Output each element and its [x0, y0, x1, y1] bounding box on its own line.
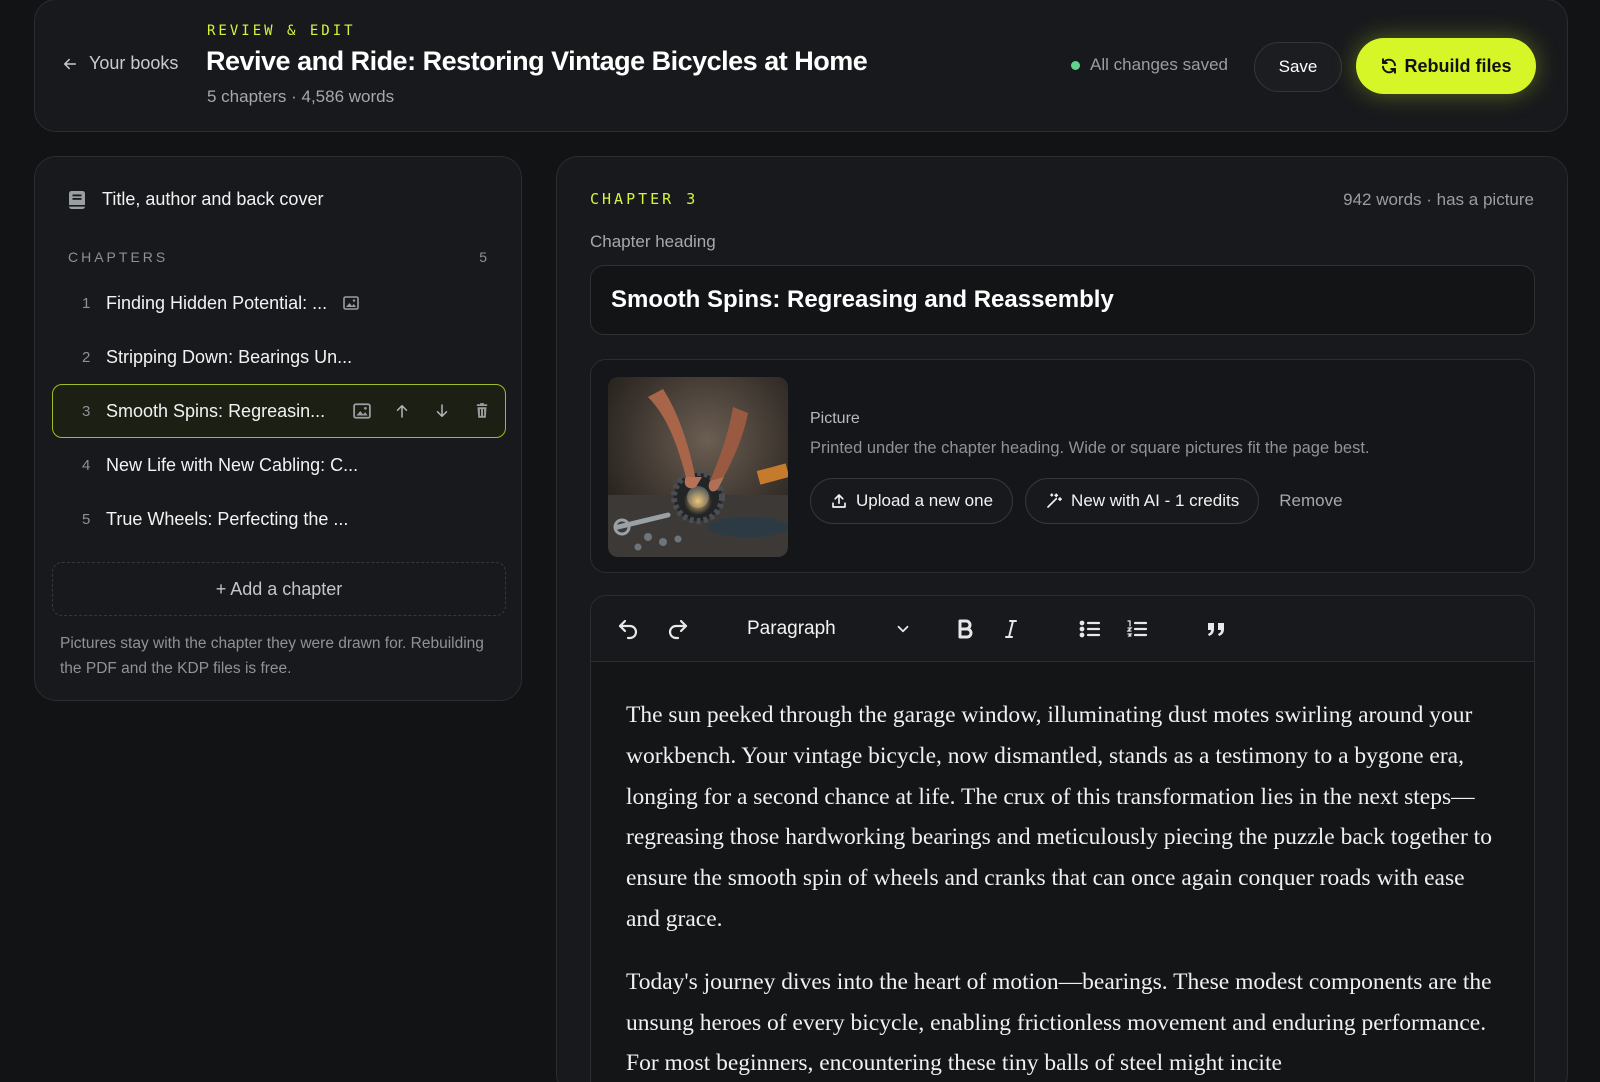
chapter-actions — [353, 402, 491, 420]
chapter-picture-card: Picture Printed under the chapter headin… — [590, 359, 1535, 573]
chevron-down-icon — [897, 625, 909, 633]
upload-picture-label[interactable]: Upload a new one — [856, 491, 993, 511]
picture-label: Picture — [810, 410, 860, 427]
book-icon — [69, 190, 85, 209]
chapters-section-label: CHAPTERS — [68, 249, 169, 265]
chapter-number: 1 — [82, 294, 91, 312]
move-up-arrow-icon[interactable] — [393, 402, 411, 420]
magic-wand-icon — [1047, 493, 1062, 508]
bullet-list-icon[interactable] — [1077, 616, 1103, 642]
paragraph[interactable]: Today's journey dives into the heart of … — [626, 962, 1499, 1082]
book-title: Revive and Ride: Restoring Vintage Bicyc… — [206, 46, 868, 76]
chapter-meta: 942 words · has a picture — [1343, 190, 1534, 209]
chapter-kicker: CHAPTER 3 — [590, 190, 699, 208]
chapter-number: 2 — [82, 348, 91, 366]
upload-picture-button[interactable]: Upload a new one — [810, 478, 1014, 524]
generate-ai-picture-button[interactable]: New with AI - 1 credits — [1025, 478, 1260, 524]
editor-toolbar: Paragraph — [591, 596, 1534, 662]
top-bar: Your books REVIEW & EDIT Revive and Ride… — [34, 0, 1568, 132]
upload-icon — [832, 494, 846, 508]
chapter-heading-input[interactable]: Smooth Spins: Regreasing and Reassembly — [590, 265, 1535, 335]
back-to-books-link[interactable]: Your books — [61, 53, 178, 74]
trash-icon[interactable] — [473, 402, 491, 420]
picture-description: Printed under the chapter heading. Wide … — [810, 439, 1370, 457]
chapter-title[interactable]: Stripping Down: Bearings Un... — [106, 347, 352, 368]
chapter-picture-thumbnail — [608, 377, 788, 557]
rebuild-files-label[interactable]: Rebuild files — [1404, 56, 1511, 77]
block-type-value[interactable]: Paragraph — [747, 618, 836, 640]
chapter-title[interactable]: Smooth Spins: Regreasin... — [106, 401, 325, 422]
save-button[interactable]: Save — [1254, 42, 1342, 92]
chapter-sidebar: Title, author and back cover CHAPTERS 5 … — [34, 156, 522, 701]
chapter-title[interactable]: True Wheels: Perfecting the ... — [106, 509, 348, 530]
chapter-number: 4 — [82, 456, 91, 474]
book-meta: 5 chapters · 4,586 words — [207, 87, 395, 106]
chapter-item[interactable]: 1 Finding Hidden Potential: ... — [52, 276, 506, 330]
chapter-title[interactable]: New Life with New Cabling: C... — [106, 455, 358, 476]
chapter-title[interactable]: Finding Hidden Potential: ... — [106, 293, 327, 314]
add-chapter-button[interactable]: + Add a chapter — [52, 562, 506, 616]
chapters-count: 5 — [479, 249, 487, 265]
rebuild-files-button[interactable]: Rebuild files — [1356, 38, 1536, 94]
chapter-item-active[interactable]: 3 Smooth Spins: Regreasin... — [52, 384, 506, 438]
move-down-arrow-icon[interactable] — [433, 402, 451, 420]
chapter-heading-label: Chapter heading — [590, 232, 716, 251]
quote-icon[interactable] — [1203, 616, 1229, 642]
numbered-list-icon[interactable] — [1124, 616, 1150, 642]
save-status: All changes saved — [1071, 55, 1228, 75]
chapter-number: 5 — [82, 510, 91, 528]
back-link-label[interactable]: Your books — [89, 53, 178, 74]
bold-icon[interactable] — [952, 616, 978, 642]
cover-settings-label[interactable]: Title, author and back cover — [102, 189, 323, 210]
editor-content[interactable]: The sun peeked through the garage window… — [591, 662, 1534, 1082]
chapter-item[interactable]: 4 New Life with New Cabling: C... — [52, 438, 506, 492]
chapter-item[interactable]: 2 Stripping Down: Bearings Un... — [52, 330, 506, 384]
chapter-editor-panel: CHAPTER 3 942 words · has a picture Chap… — [556, 156, 1568, 1082]
picture-actions: Upload a new one New with AI - 1 credits… — [810, 478, 1343, 524]
sidebar-help-note: Pictures stay with the chapter they were… — [60, 635, 484, 677]
block-type-select[interactable]: Paragraph — [747, 612, 912, 646]
chapter-list: 1 Finding Hidden Potential: ... 2 Stripp… — [52, 276, 506, 546]
picture-icon — [353, 402, 371, 420]
picture-icon — [343, 296, 359, 310]
redo-icon[interactable] — [665, 616, 691, 642]
page-kicker: REVIEW & EDIT — [207, 23, 356, 39]
paragraph[interactable]: The sun peeked through the garage window… — [626, 695, 1499, 940]
status-dot-icon — [1071, 60, 1080, 70]
refresh-icon — [1382, 58, 1397, 74]
undo-icon[interactable] — [615, 616, 641, 642]
remove-picture-button[interactable]: Remove — [1271, 491, 1342, 511]
generate-ai-picture-label[interactable]: New with AI - 1 credits — [1071, 491, 1239, 511]
arrow-left-icon — [64, 58, 76, 69]
rich-text-editor: Paragraph The sun peeked through the gar… — [590, 595, 1535, 1082]
save-status-label: All changes saved — [1090, 55, 1228, 74]
chapter-item[interactable]: 5 True Wheels: Perfecting the ... — [52, 492, 506, 546]
cover-settings-link[interactable]: Title, author and back cover — [68, 189, 323, 210]
chapter-number: 3 — [82, 402, 91, 420]
italic-icon[interactable] — [998, 616, 1024, 642]
